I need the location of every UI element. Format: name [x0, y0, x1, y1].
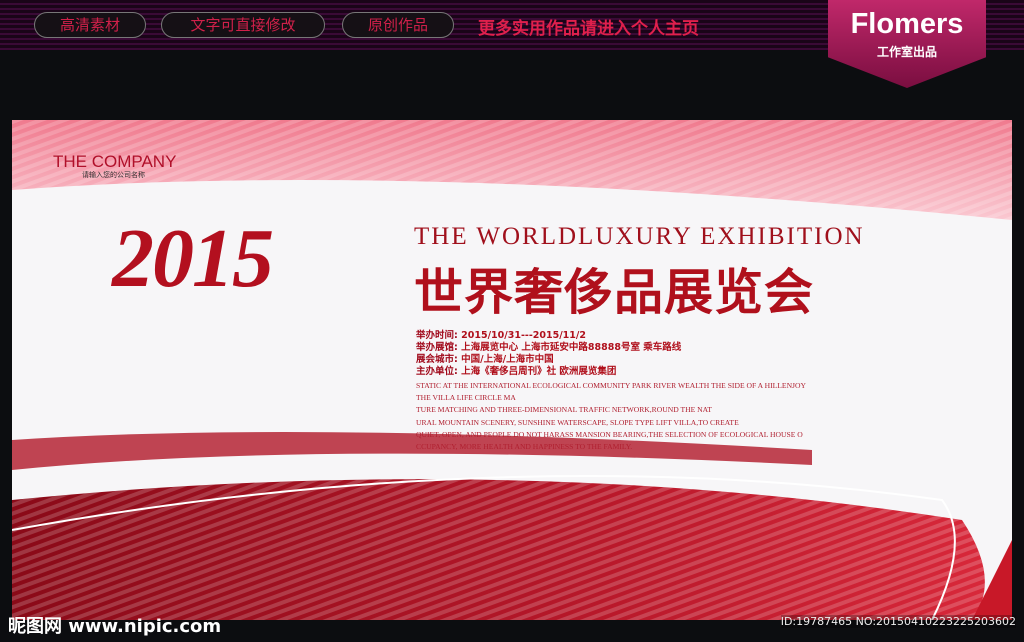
- badge-title: Flomers: [850, 8, 964, 40]
- image-id: ID:19787465 NO:20150410223225203602: [780, 615, 1016, 628]
- info-row: 主办单位: 上海《奢侈吕周刊》社 欧洲展览集团: [416, 366, 617, 377]
- year: 2015: [112, 212, 274, 305]
- badge-sub: 工作室出品: [876, 45, 937, 59]
- studio-badge: Flomers 工作室出品: [828, 0, 986, 88]
- promo-link[interactable]: 更多实用作品请进入个人主页: [478, 14, 699, 39]
- exhibition-poster: THE COMPANY 请输入您的公司名称 2015 THE WORLDLUXU…: [12, 120, 1012, 620]
- site-watermark: 昵图网 www.nipic.com: [8, 616, 222, 637]
- title-en: THE WORLDLUXURY EXHIBITION: [414, 223, 865, 250]
- company-subtitle: 请输入您的公司名称: [82, 171, 145, 179]
- info-row: 举办时间: 2015/10/31---2015/11/2: [416, 330, 586, 341]
- pill-original[interactable]: 原创作品: [342, 12, 454, 38]
- title-cn: 世界奢侈品展览会: [414, 264, 815, 321]
- pill-editable[interactable]: 文字可直接修改: [161, 12, 325, 38]
- pill-hd[interactable]: 高清素材: [34, 12, 146, 38]
- description: STATIC AT THE INTERNATIONAL ECOLOGICAL C…: [416, 381, 806, 452]
- info-row: 举办展馆: 上海展览中心 上海市延安中路88888号室 乘车路线: [416, 342, 682, 353]
- company-name: THE COMPANY: [53, 152, 177, 171]
- event-info: 举办时间: 2015/10/31---2015/11/2 举办展馆: 上海展览中…: [416, 330, 681, 378]
- info-row: 展会城市: 中国/上海/上海市中国: [416, 354, 554, 365]
